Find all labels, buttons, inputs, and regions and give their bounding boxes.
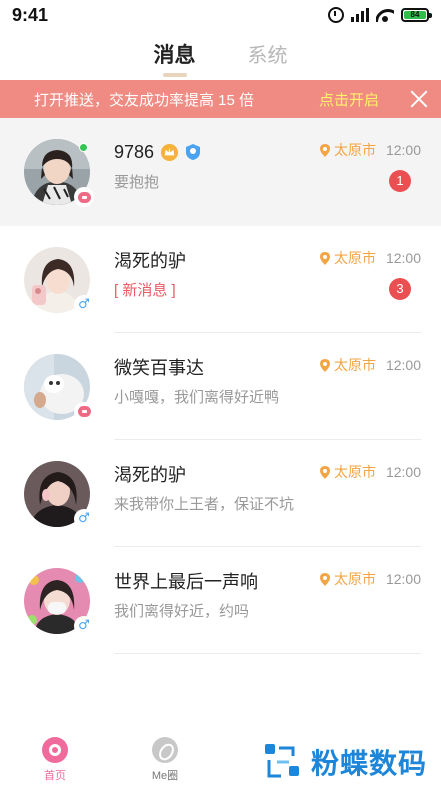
location: 太原市: [319, 462, 376, 482]
location-pin-icon: [319, 358, 330, 372]
status-time: 9:41: [12, 4, 49, 25]
location: 太原市: [319, 140, 376, 160]
conversation-row[interactable]: ♂ 渴死的驴 来我带你上王者，保证不坑 太原市 12:00: [0, 440, 441, 547]
conversation-row[interactable]: 微笑百事达 小嘎嘎，我们离得好近鸭 太原市 12:00: [0, 333, 441, 440]
location: 太原市: [319, 355, 376, 375]
location-text: 太原市: [333, 357, 376, 373]
avatar[interactable]: [24, 353, 94, 422]
alarm-icon: [328, 7, 344, 23]
location-pin-icon: [319, 572, 330, 586]
tab-system-label: 系统: [247, 45, 288, 67]
nav-me-circle-label: Me圈: [151, 770, 179, 782]
avatar[interactable]: ♂: [24, 460, 94, 529]
location-pin-icon: [319, 251, 330, 265]
avatar[interactable]: ♂: [24, 567, 94, 636]
female-chat-icon: [74, 401, 94, 422]
message-time: 12:00: [385, 357, 421, 373]
location-text: 太原市: [333, 464, 376, 480]
male-icon: ♂: [74, 615, 94, 636]
location: 太原市: [319, 569, 376, 589]
message-time: 12:00: [385, 571, 421, 587]
online-status-dot: [79, 143, 88, 152]
signal-icon: [351, 8, 369, 22]
male-icon: ♂: [74, 294, 94, 315]
banner-message: 打开推送，交友成功率提高 15 倍: [34, 91, 255, 109]
status-bar: 9:41 84: [0, 0, 441, 30]
unread-badge: 3: [389, 278, 411, 300]
nav-home-label: 首页: [44, 770, 66, 782]
enable-push-button[interactable]: 点击开启: [319, 89, 379, 110]
message-time: 12:00: [385, 464, 421, 480]
conversation-row[interactable]: ♂ 渴死的驴 [ 新消息 ] 太原市 12:00 3: [0, 226, 441, 333]
tab-messages-label: 消息: [153, 44, 196, 67]
battery-level: 84: [404, 11, 426, 19]
tab-active-indicator: [162, 73, 187, 77]
message-preview: 来我带你上王者，保证不坑: [114, 496, 295, 513]
message-preview: 我们离得好近，约吗: [114, 603, 250, 620]
tab-system[interactable]: 系统: [248, 38, 288, 74]
location-pin-icon: [319, 465, 330, 479]
location: 太原市: [319, 248, 376, 268]
home-icon: [42, 737, 68, 763]
row-divider: [114, 653, 421, 654]
watermark-text: 粉蝶数码: [310, 748, 427, 779]
unread-badge: 1: [389, 170, 411, 192]
verified-shield-icon: [186, 144, 201, 160]
close-icon[interactable]: [409, 89, 429, 109]
conversation-list: 9786 要抱抱 太原市 12:00 1 ♂ 渴死的驴 [新消息] 太原市 …: [0, 118, 441, 654]
message-time: 12:00: [385, 142, 421, 158]
vip-crown-icon: [160, 143, 179, 161]
nav-me-circle[interactable]: Me圈: [110, 731, 220, 791]
status-icons: 84: [328, 7, 432, 23]
location-pin-icon: [319, 143, 330, 157]
location-text: 太原市: [333, 142, 376, 158]
message-preview: 要抱抱: [114, 174, 160, 191]
battery-icon: 84: [401, 8, 432, 22]
contact-name: 9786: [114, 141, 155, 162]
wifi-icon: [376, 8, 394, 22]
location-text: 太原市: [333, 250, 376, 266]
message-tabs: 消息 系统: [0, 38, 441, 80]
female-chat-icon: [74, 187, 94, 207]
contact-name: 微笑百事达: [114, 358, 204, 378]
nav-home[interactable]: 首页: [0, 731, 110, 791]
message-preview: 小嘎嘎，我们离得好近鸭: [114, 389, 280, 406]
conversation-row[interactable]: ♂ 世界上最后一声响 我们离得好近，约吗 太原市 12:00: [0, 547, 441, 654]
watermark: 粉蝶数码: [263, 739, 427, 785]
contact-name: 渴死的驴: [114, 465, 186, 485]
contact-name: 世界上最后一声响: [114, 572, 258, 592]
message-preview: [ 新消息 ]: [114, 282, 176, 299]
male-icon: ♂: [74, 508, 94, 529]
avatar[interactable]: ♂: [24, 246, 94, 315]
avatar[interactable]: [24, 139, 94, 207]
location-text: 太原市: [333, 571, 376, 587]
push-notification-banner: 打开推送，交友成功率提高 15 倍 点击开启: [0, 80, 441, 118]
conversation-row[interactable]: 9786 要抱抱 太原市 12:00 1: [0, 118, 441, 226]
watermark-logo-icon: [264, 744, 299, 778]
tab-messages[interactable]: 消息: [153, 38, 196, 77]
me-circle-icon: [152, 737, 178, 763]
message-time: 12:00: [385, 250, 421, 266]
contact-name: 渴死的驴: [114, 251, 186, 271]
